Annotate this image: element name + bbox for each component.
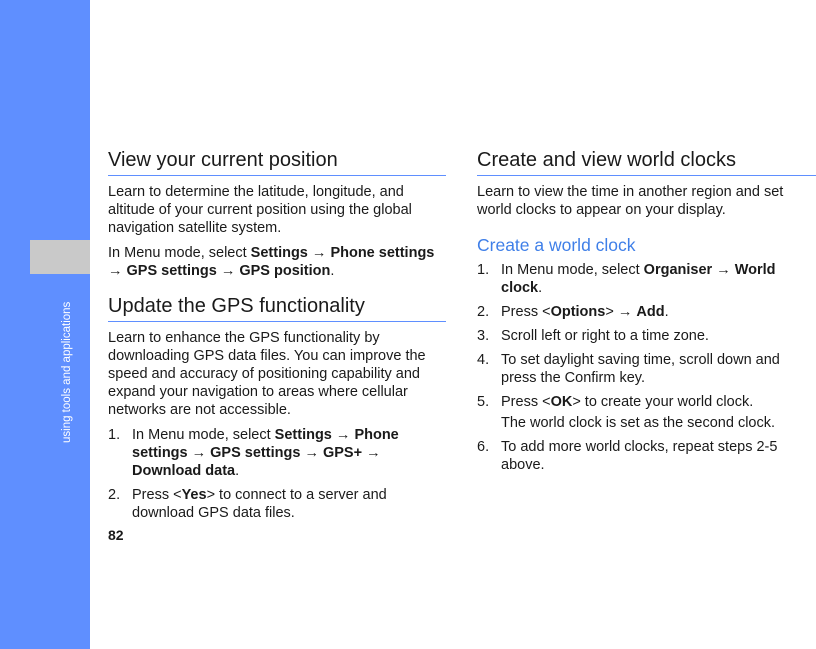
list-item: 6. To add more world clocks, repeat steps…: [477, 438, 793, 474]
text: Press <: [501, 304, 551, 320]
list-item: 1. In Menu mode, select Organiser → World…: [477, 261, 793, 297]
step-number: 2.: [477, 304, 490, 320]
arrow-icon: →: [335, 427, 351, 443]
list-item: 3. Scroll left or right to a time zone.: [477, 327, 793, 345]
softkey-label: Options: [550, 304, 606, 320]
menu-item: Phone settings: [330, 245, 435, 261]
menu-item: Settings: [250, 245, 308, 261]
list-item: 2. Press <Options> → Add.: [477, 303, 793, 321]
list-item: 2. Press <Yes> to connect to a server and…: [108, 486, 446, 522]
text: .: [330, 263, 335, 279]
text: .: [235, 463, 240, 479]
step-number: 4.: [477, 352, 490, 368]
paragraph: Learn to enhance the GPS functionality b…: [108, 330, 426, 418]
subsection-title: Create a world clock: [477, 235, 636, 255]
menu-item: GPS position: [239, 263, 331, 279]
paragraph: Learn to view the time in another region…: [477, 184, 784, 218]
step-note: The world clock is set as the second clo…: [501, 415, 776, 431]
steps-list: 1. In Menu mode, select Settings → Phone …: [108, 426, 446, 522]
text: .: [664, 304, 669, 320]
arrow-icon: →: [220, 263, 236, 279]
text: > to create your world clock.: [572, 394, 754, 410]
section-title-update-gps: Update the GPS functionality: [108, 294, 446, 322]
text: In Menu mode, select: [501, 262, 644, 278]
arrow-icon: →: [304, 445, 319, 461]
paragraph: Learn to determine the latitude, longitu…: [108, 184, 412, 236]
section-title-world-clocks: Create and view world clocks: [477, 148, 816, 176]
step-number: 3.: [477, 328, 490, 344]
text: Press <: [132, 487, 182, 503]
arrow-icon: →: [716, 262, 731, 278]
text: >: [605, 304, 614, 320]
arrow-icon: →: [191, 445, 207, 461]
step-number: 1.: [477, 262, 490, 278]
arrow-icon: →: [617, 304, 633, 320]
arrow-icon: →: [108, 263, 123, 279]
menu-item: Add: [636, 304, 665, 320]
step-number: 1.: [108, 427, 121, 443]
section-title-view-position: View your current position: [108, 148, 446, 176]
list-item: 5. Press <OK> to create your world clock.…: [477, 393, 793, 432]
sidebar: [0, 0, 90, 649]
text: In Menu mode, select: [132, 427, 275, 443]
text: .: [538, 280, 543, 296]
step-number: 2.: [108, 487, 121, 503]
menu-item: Organiser: [643, 262, 713, 278]
menu-item: Download data: [132, 463, 236, 479]
text: Scroll left or right to a time zone.: [501, 328, 709, 344]
softkey-label: Yes: [181, 487, 207, 503]
softkey-label: OK: [550, 394, 573, 410]
arrow-icon: →: [311, 245, 327, 261]
arrow-icon: →: [366, 445, 381, 461]
text: Press <: [501, 394, 551, 410]
text: To add more world clocks, repeat steps 2…: [501, 439, 778, 473]
steps-list: 1. In Menu mode, select Organiser → World…: [477, 261, 793, 474]
right-column: Create and view world clocks Learn to vi…: [477, 148, 816, 480]
left-column: View your current position Learn to dete…: [108, 148, 446, 528]
menu-item: Settings: [274, 427, 332, 443]
chapter-label: using tools and applications: [61, 301, 73, 443]
menu-path: In Menu mode, select Settings → Phone se…: [108, 244, 446, 280]
menu-item: GPS settings: [210, 445, 301, 461]
page-number: 82: [108, 527, 124, 543]
menu-item: GPS settings: [126, 263, 217, 279]
menu-item: GPS+: [322, 445, 363, 461]
text: In Menu mode, select: [108, 245, 251, 261]
list-item: 4. To set daylight saving time, scroll do…: [477, 351, 793, 387]
text: To set daylight saving time, scroll down…: [501, 352, 780, 386]
step-number: 6.: [477, 439, 490, 455]
step-number: 5.: [477, 394, 490, 410]
chapter-tab: [30, 240, 90, 274]
list-item: 1. In Menu mode, select Settings → Phone …: [108, 426, 446, 480]
